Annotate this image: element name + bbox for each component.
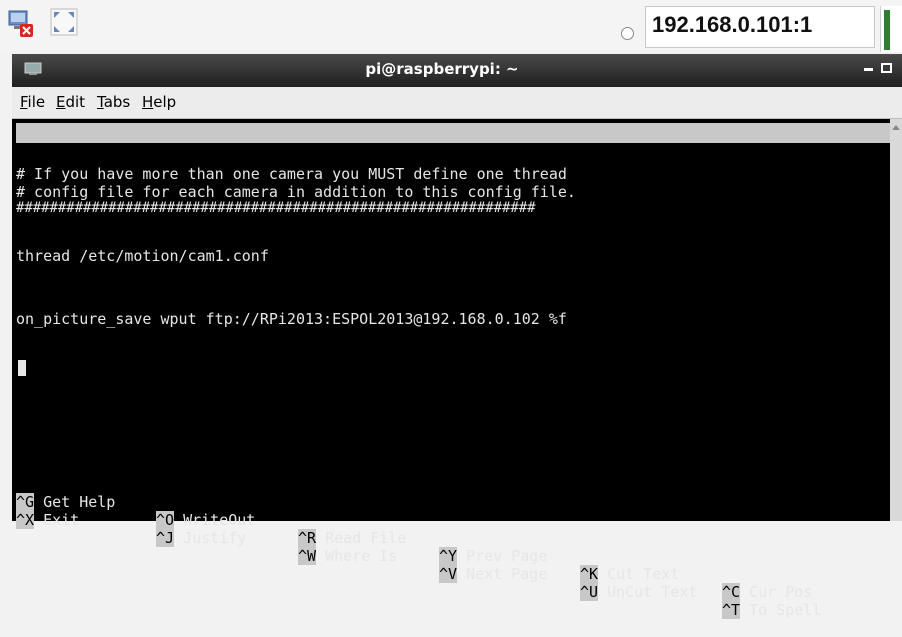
shortcut-row: ^X Exit ^J Justify ^W Where Is ^V Next P…: [16, 493, 821, 637]
shortcut-writeout[interactable]: ^O WriteOut: [156, 511, 255, 529]
window-titlebar[interactable]: pi@raspberrypi: ~: [12, 54, 902, 87]
terminal-screen[interactable]: GNU nano 2.2.6 File: /etc/motion/motion.…: [12, 119, 890, 619]
desktop-edge: [0, 54, 12, 521]
disconnect-icon[interactable]: [8, 10, 34, 38]
shortcut-cur-pos[interactable]: ^C Cur Pos: [722, 583, 812, 601]
maximize-icon[interactable]: [881, 63, 892, 73]
vnc-address-field[interactable]: 192.168.0.101:1: [645, 6, 875, 48]
vnc-toolbar: 192.168.0.101:1: [0, 0, 902, 52]
menu-bar: File Edit Tabs Help: [12, 87, 902, 119]
shortcut-read-file[interactable]: ^R Read File: [298, 529, 406, 547]
shortcut-justify[interactable]: ^J Justify: [156, 529, 246, 547]
menu-edit[interactable]: Edit: [56, 93, 85, 111]
editor-line: ########################################…: [16, 200, 536, 216]
editor-line: # If you have more than one camera you M…: [16, 165, 567, 183]
shortcut-cut-text[interactable]: ^K Cut Text: [580, 565, 679, 583]
vnc-status-indicator: [884, 10, 890, 50]
menu-tabs[interactable]: Tabs: [97, 93, 130, 111]
shortcut-to-spell[interactable]: ^T To Spell: [722, 601, 821, 619]
shortcut-exit[interactable]: ^X Exit: [16, 511, 79, 529]
terminal-window: pi@raspberrypi: ~ File Edit Tabs Help GN…: [12, 54, 902, 619]
editor-line: thread /etc/motion/cam1.conf: [16, 247, 269, 265]
text-cursor: [18, 360, 26, 376]
shortcut-where-is[interactable]: ^W Where Is: [298, 547, 397, 565]
shortcut-prev-page[interactable]: ^Y Prev Page: [439, 547, 547, 565]
menu-file[interactable]: File: [20, 93, 45, 111]
fullscreen-icon[interactable]: [50, 8, 78, 36]
shortcut-next-page[interactable]: ^V Next Page: [439, 565, 547, 583]
window-title: pi@raspberrypi: ~: [365, 60, 519, 78]
nano-version: GNU nano 2.2.6: [28, 144, 155, 162]
minimize-icon[interactable]: [864, 68, 873, 71]
terminal-scrollbar[interactable]: [890, 119, 902, 521]
editor-line: on_picture_save wput ftp://RPi2013:ESPOL…: [16, 310, 567, 328]
scroll-up-icon[interactable]: [892, 125, 900, 130]
menu-help[interactable]: Help: [142, 93, 176, 111]
radio-button[interactable]: [621, 27, 634, 40]
nano-header: GNU nano 2.2.6 File: /etc/motion/motion.…: [16, 123, 890, 182]
shortcut-uncut-text[interactable]: ^U UnCut Text: [580, 583, 697, 601]
